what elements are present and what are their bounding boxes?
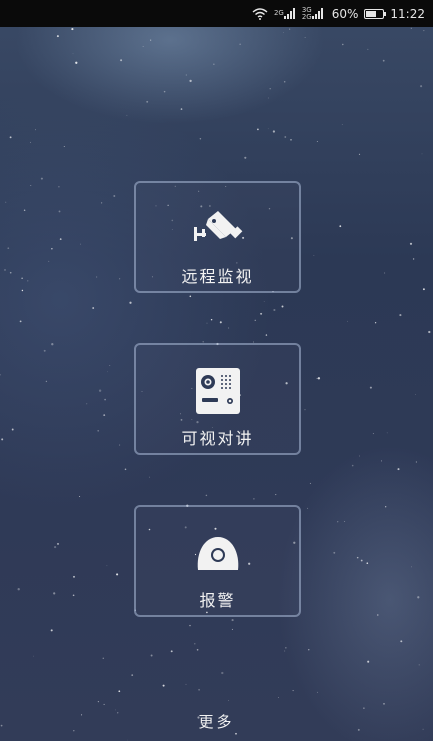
alarm-siren-icon — [192, 529, 244, 577]
remote-monitor-label: 远程监视 — [181, 267, 254, 286]
remote-monitor-button[interactable]: 远程监视 — [134, 181, 301, 293]
wifi-icon — [252, 7, 268, 20]
battery-icon — [364, 8, 387, 19]
security-camera-icon — [192, 205, 244, 253]
video-intercom-label: 可视对讲 — [181, 429, 254, 448]
clock: 11:22 — [390, 6, 425, 21]
cell-signal-icon: 2G — [274, 8, 296, 19]
status-bar: 2G 3G 2G 60% 11:22 — [0, 0, 433, 27]
more-button[interactable]: 更多 — [0, 711, 433, 732]
network-type-label: 2G — [273, 9, 284, 17]
dual-sim-signal-icon: 3G 2G — [301, 6, 326, 21]
video-intercom-button[interactable]: 可视对讲 — [134, 343, 301, 455]
battery-percent: 60% — [331, 6, 359, 21]
door-intercom-icon — [192, 367, 244, 415]
alarm-label: 报警 — [199, 591, 236, 610]
alarm-button[interactable]: 报警 — [134, 505, 301, 617]
network-type-label-sim2: 2G — [301, 12, 312, 21]
